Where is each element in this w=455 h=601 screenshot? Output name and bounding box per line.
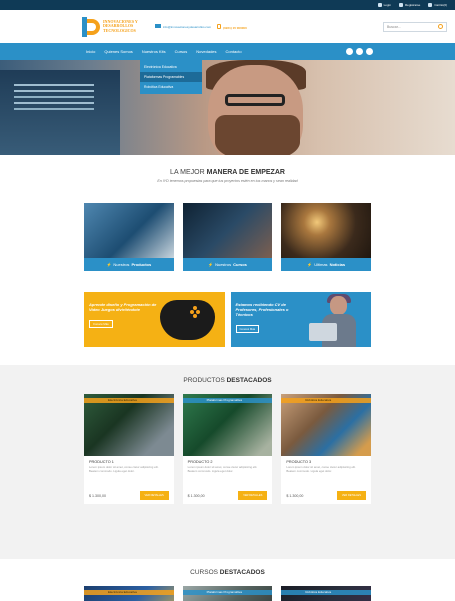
dropdown-item-plataformas[interactable]: Plataformas Programables [140, 72, 202, 82]
product-desc: Lorem ipsum dolor sit amet, conse ctetur… [286, 465, 356, 473]
dropdown-item-robotica[interactable]: Robótica Educativa [140, 82, 202, 92]
nav-item-contacto[interactable]: Contacto [226, 49, 242, 54]
course-tag: Plataformas Programables [182, 590, 273, 595]
register-icon [398, 3, 403, 7]
bolt-icon: ⚡ [208, 262, 214, 267]
course-card[interactable]: Electrónica Educativa [84, 586, 174, 601]
promo-banner-games[interactable]: Aprende diseño y Programación de Video J… [84, 292, 225, 347]
twitter-icon[interactable] [356, 48, 363, 55]
kits-dropdown: Electrónica Educativa Plataformas Progra… [140, 60, 202, 94]
cart-icon [428, 3, 433, 7]
promo-more-button[interactable]: Conocé Más [89, 320, 113, 328]
instagram-icon[interactable] [366, 48, 373, 55]
featured-products: PRODUCTOS DESTACADOS Electrónica Educati… [0, 365, 455, 559]
phone-icon [217, 23, 222, 29]
nav-item-nuestros-kits[interactable]: Nuestros Kits [142, 49, 166, 54]
product-tag: Robótica Educativa [281, 398, 372, 403]
product-price: $ 1.300,00 [286, 493, 304, 498]
main-nav: Inicio Quienes Somos Nuestros Kits Curso… [0, 43, 455, 94]
product-card[interactable]: Robótica Educativa PRODUCTO 3 Lorem ipsu… [281, 394, 372, 504]
woman-laptop-image [309, 294, 357, 347]
lamp-image [281, 203, 372, 258]
logo-mark [82, 16, 100, 37]
category-card-noticias[interactable]: ⚡ Ultimas Noticias [281, 203, 372, 271]
gamepad-image [159, 300, 215, 340]
category-button-noticias[interactable]: ⚡ Ultimas Noticias [281, 258, 372, 271]
bolt-icon: ⚡ [307, 262, 313, 267]
search-placeholder: Buscar... [387, 24, 401, 29]
logo-text: INNOVACIONES Y DESARROLLOS TECNOLOGICOS [103, 18, 138, 33]
category-button-cursos[interactable]: ⚡ Nuestros Cursos [182, 258, 273, 271]
search-icon[interactable] [438, 24, 443, 29]
featured-courses: CURSOS DESTACADOS Electrónica Educativa … [0, 559, 455, 601]
hero-beard [215, 115, 300, 155]
promo-banner-text: Aprende diseño y Programación de Video J… [89, 302, 157, 312]
product-image: Robótica Educativa [281, 394, 372, 456]
course-tag: Electrónica Educativa [84, 590, 174, 595]
mail-icon [155, 24, 161, 28]
hero-banner [0, 60, 455, 155]
bolt-icon: ⚡ [106, 262, 112, 267]
product-price: $ 1.300,00 [89, 493, 106, 498]
nav-item-cursos[interactable]: Cursos [175, 49, 188, 54]
category-button-productos[interactable]: ⚡ Nuestros Productos [84, 258, 174, 271]
intro-title: LA MEJOR MANERA DE EMPEZAR [170, 169, 285, 176]
product-price: $ 1.300,00 [187, 493, 205, 498]
product-details-button[interactable]: VER DETALLES [336, 491, 367, 500]
top-bar: Login Registrarse Carrito(0) [0, 0, 455, 10]
promo-banner-text: Estamos recibiendo CV de Profesores, Pro… [235, 302, 289, 317]
nav-item-novedades[interactable]: Novedades [196, 49, 216, 54]
category-card-cursos[interactable]: ⚡ Nuestros Cursos [182, 203, 273, 271]
hero-glasses [225, 94, 285, 106]
promo-more-button[interactable]: Conocé Más [235, 325, 260, 333]
course-card[interactable]: Plataformas Programables [182, 586, 273, 601]
product-details-button[interactable]: VER DETALLES [238, 491, 268, 500]
product-image: Plataformas Programables [182, 394, 273, 456]
products-title: PRODUCTOS DESTACADOS [183, 377, 272, 384]
search-input[interactable]: Buscar... [383, 21, 447, 32]
product-card[interactable]: Electrónica Educativa PRODUCTO 1 Lorem i… [84, 394, 174, 504]
product-desc: Lorem ipsum dolor sit amet, conse ctetur… [187, 465, 258, 473]
category-cards: ⚡ Nuestros Productos ⚡ Nuestros Cursos ⚡ Ul… [0, 203, 455, 271]
social-links [346, 48, 455, 55]
site-header: INNOVACIONES Y DESARROLLOS TECNOLOGICOS … [0, 10, 455, 43]
product-desc: Lorem ipsum dolor sit amet, conse ctetur… [89, 465, 159, 473]
courses-title: CURSOS DESTACADOS [190, 569, 265, 576]
register-link[interactable]: Registrarse [398, 3, 420, 7]
nav-item-quienes-somos[interactable]: Quienes Somos [104, 49, 132, 54]
phone-contact: (0221) 15 000000 [217, 23, 247, 30]
promo-banners: Aprende diseño y Programación de Video J… [0, 271, 455, 347]
hero-screen-image [0, 70, 120, 155]
product-tag: Electrónica Educativa [84, 398, 174, 403]
laptop-image [182, 203, 273, 258]
logo[interactable]: INNOVACIONES Y DESARROLLOS TECNOLOGICOS [82, 16, 143, 37]
cart-link[interactable]: Carrito(0) [428, 3, 447, 7]
promo-banner-cv[interactable]: Estamos recibiendo CV de Profesores, Pro… [230, 292, 371, 347]
course-card[interactable]: Robótica Educativa [281, 586, 372, 601]
category-card-productos[interactable]: ⚡ Nuestros Productos [84, 203, 174, 271]
dropdown-item-electronica[interactable]: Electrónica Educativa [140, 62, 202, 72]
email-contact[interactable]: info@innovacionesydesarrollos.com [155, 24, 211, 29]
login-link[interactable]: Login [377, 3, 391, 7]
user-icon [377, 3, 382, 7]
product-card[interactable]: Plataformas Programables PRODUCTO 2 Lore… [182, 394, 273, 504]
contact-info: info@innovacionesydesarrollos.com (0221)… [155, 23, 247, 30]
intro-section: LA MEJOR MANERA DE EMPEZAR En IYD tenemo… [0, 155, 455, 203]
course-tag: Robótica Educativa [281, 590, 372, 595]
nav-item-inicio[interactable]: Inicio [86, 49, 95, 54]
product-tag: Plataformas Programables [182, 398, 273, 403]
product-image: Electrónica Educativa [84, 394, 174, 456]
facebook-icon[interactable] [346, 48, 353, 55]
product-details-button[interactable]: VER DETALLES [139, 491, 169, 500]
intro-subtitle: En IYD tenemos propuestas para que tus p… [157, 179, 298, 183]
arduino-image [84, 203, 174, 258]
